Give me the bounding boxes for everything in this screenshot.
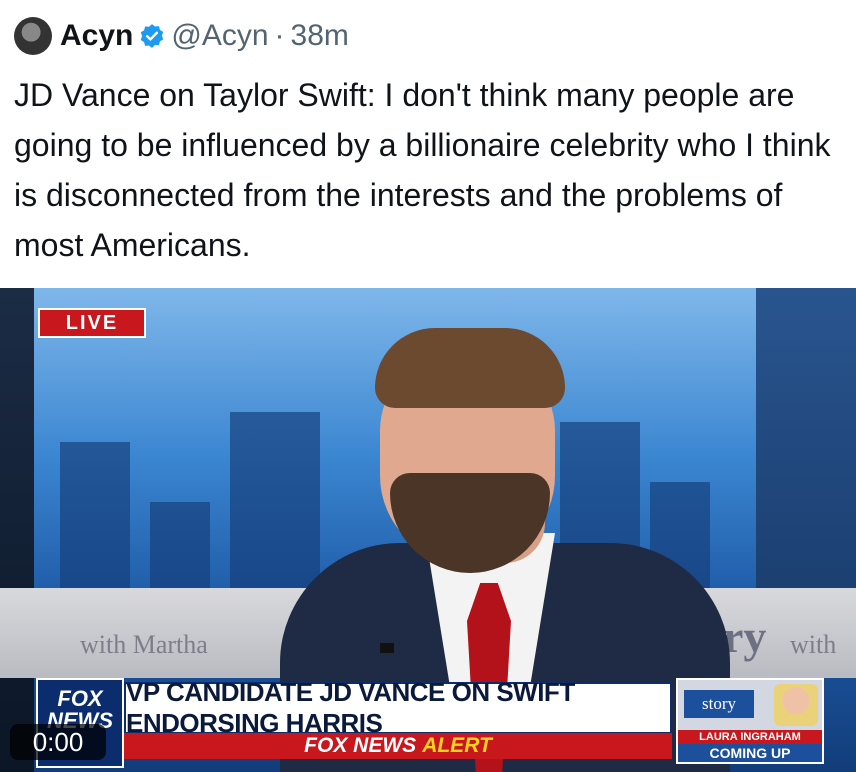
avatar[interactable] [14,17,52,55]
video-player[interactable]: with Martha ory with LIVE FOX NEWS VP CA… [0,288,856,772]
promo-host-name: LAURA INGRAHAM [678,730,822,744]
live-badge: LIVE [38,308,146,338]
promo-coming-up: COMING UP [678,744,822,762]
author-handle[interactable]: @Acyn [171,19,268,53]
author-name[interactable]: Acyn [60,19,133,53]
news-alert-bar: FOX NEWS ALERT [124,733,672,759]
speaker-hair [375,328,565,408]
promo-show-logo: story [684,690,754,718]
tweet-text: JD Vance on Taylor Swift: I don't think … [14,77,831,263]
separator-dot: · [274,19,285,52]
alert-prefix: FOX NEWS [304,734,417,757]
banner-text-right-small: with [790,630,837,659]
tweet-header: Acyn @Acyn · 38m [14,14,349,58]
lapel-mic [380,643,394,653]
alert-word: ALERT [422,734,492,757]
chyron-headline: VP CANDIDATE JD VANCE ON SWIFT ENDORSING… [124,677,672,738]
verified-badge-icon [141,24,164,48]
background-tower [756,288,856,618]
coming-up-promo: story LAURA INGRAHAM COMING UP [676,678,824,764]
video-timestamp: 0:00 [10,724,106,760]
studio-pillar [0,288,34,772]
promo-host-image [774,684,818,726]
banner-text-left: with Martha [80,630,208,659]
tweet-time[interactable]: 38m [291,19,349,53]
